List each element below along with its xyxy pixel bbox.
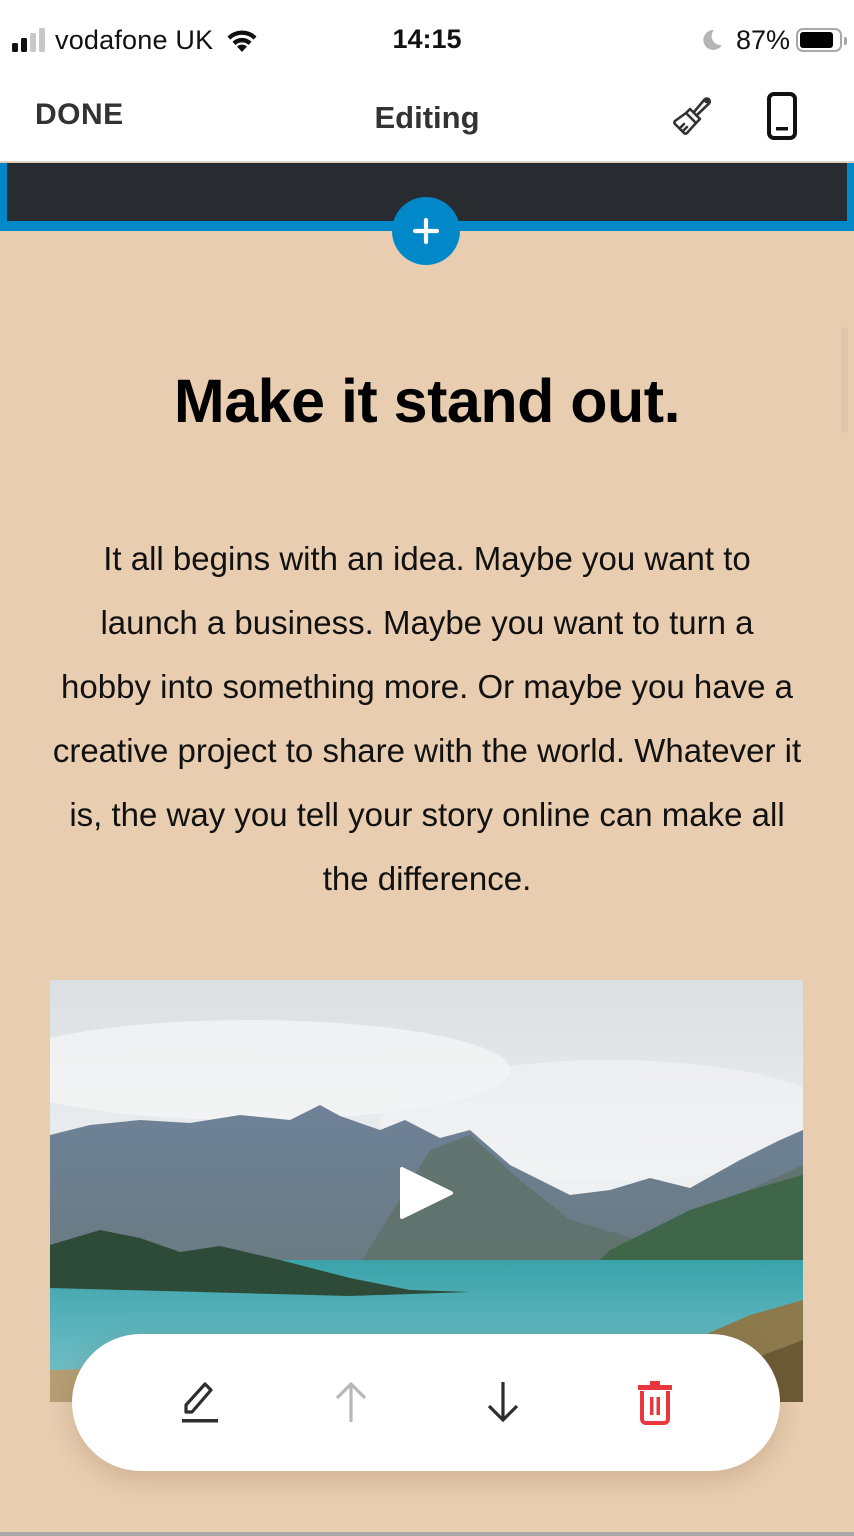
add-section-button[interactable]: [392, 197, 460, 265]
status-right: 87%: [700, 22, 847, 58]
do-not-disturb-moon-icon: [703, 29, 722, 50]
plus-icon: [412, 217, 440, 245]
status-bar: vodafone UK 14:15 87%: [0, 0, 854, 80]
design-brush-button[interactable]: [662, 88, 718, 144]
battery-nub: [844, 37, 847, 45]
play-icon: [400, 1167, 453, 1219]
device-preview-button[interactable]: [756, 88, 808, 144]
bottom-edge: [0, 1532, 854, 1536]
edit-block-button[interactable]: [170, 1372, 230, 1432]
battery-icon: [796, 28, 847, 52]
battery-percent: 87%: [735, 24, 790, 55]
mobile-phone-icon: [767, 92, 797, 140]
editor-nav-bar: DONE Editing: [0, 80, 854, 162]
arrow-up-icon: [335, 1381, 367, 1422]
done-button[interactable]: DONE: [35, 98, 124, 132]
block-action-toolbar: [72, 1334, 780, 1471]
page-title: Editing: [374, 100, 480, 135]
trash-icon: [638, 1381, 672, 1425]
battery-level-fill: [800, 32, 834, 48]
video-play-button[interactable]: [396, 1163, 456, 1223]
move-up-button[interactable]: [321, 1372, 381, 1432]
section-headline[interactable]: Make it stand out.: [0, 366, 854, 436]
delete-block-button[interactable]: [625, 1372, 685, 1432]
paintbrush-icon: [673, 97, 712, 135]
arrow-down-icon: [487, 1382, 519, 1423]
pencil-icon: [182, 1382, 218, 1423]
section-body-text[interactable]: It all begins with an idea. Maybe you wa…: [52, 527, 802, 911]
move-down-button[interactable]: [473, 1372, 533, 1432]
